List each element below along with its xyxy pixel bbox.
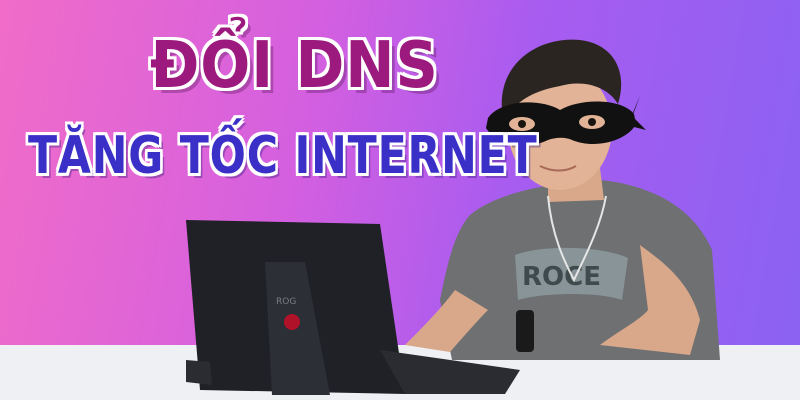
laptop-side <box>186 360 212 385</box>
laptop-logo-icon <box>284 314 300 330</box>
shirt-print-text: ROCE <box>522 262 601 292</box>
laptop-brand: ROG <box>276 297 296 307</box>
headline-line-1: ĐỔI DNS <box>150 29 439 103</box>
person: ROCE <box>405 39 720 360</box>
headline-line-2: TĂNG TỐC INTERNET <box>28 126 538 186</box>
thumbnail-scene: ROCE ROG ĐỔI DNS TĂNG TỐC INTERNET <box>0 0 800 400</box>
smartwatch <box>516 310 534 352</box>
